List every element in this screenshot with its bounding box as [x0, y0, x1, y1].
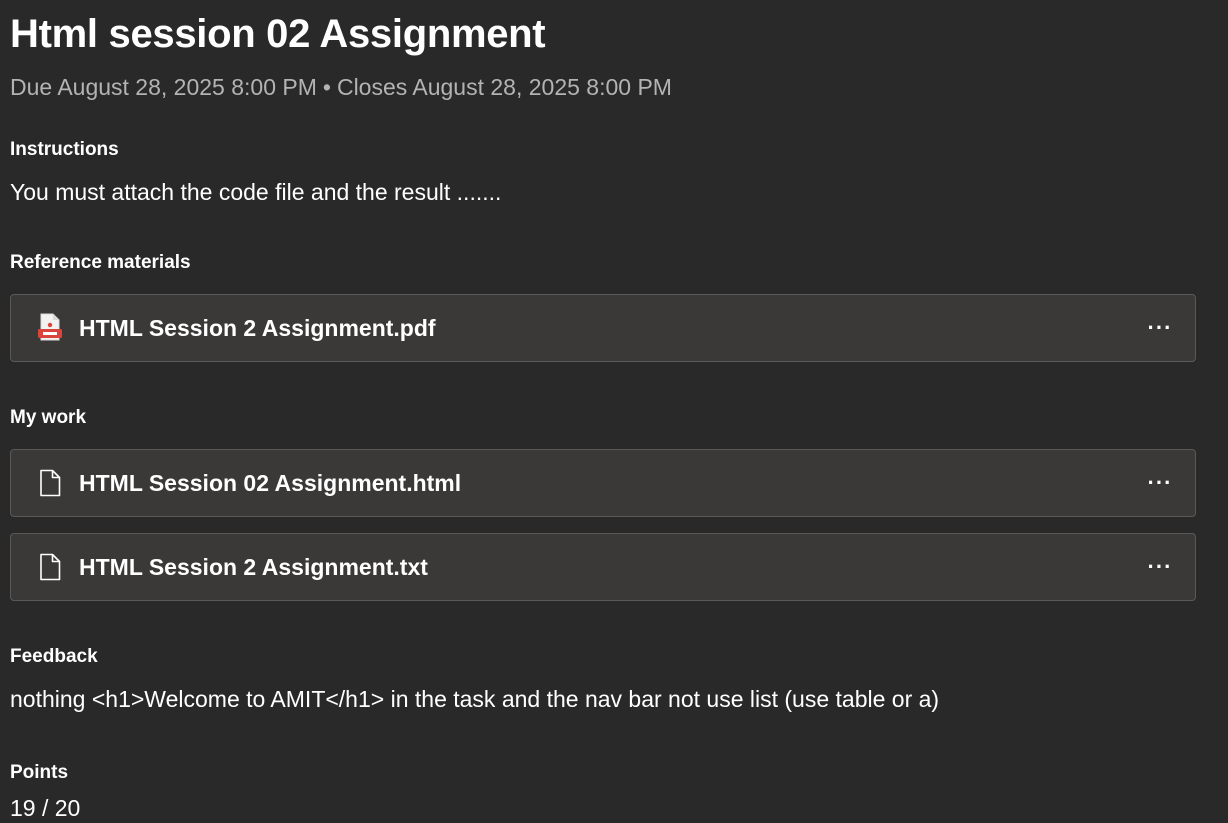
reference-file-name: HTML Session 2 Assignment.pdf — [79, 314, 436, 341]
my-work-file-name: HTML Session 02 Assignment.html — [79, 469, 462, 496]
reference-materials-label: Reference materials — [10, 252, 191, 273]
instructions-text: You must attach the code file and the re… — [10, 179, 502, 205]
assignment-dates: Due August 28, 2025 8:00 PM • Closes Augus… — [10, 72, 672, 102]
close-date: Closes August 28, 2025 8:00 PM — [336, 74, 672, 100]
reference-file-card[interactable]: HTML Session 2 Assignment.pdf ··· — [10, 294, 1196, 362]
feedback-label: Feedback — [10, 646, 98, 667]
more-options-button[interactable]: ··· — [1145, 313, 1175, 343]
instructions-label: Instructions — [10, 139, 119, 160]
date-separator: • — [322, 74, 331, 100]
more-options-button[interactable]: ··· — [1145, 468, 1175, 498]
file-icon — [35, 552, 65, 582]
feedback-text: nothing <h1>Welcome to AMIT</h1> in the … — [10, 686, 940, 712]
due-date: Due August 28, 2025 8:00 PM — [10, 74, 317, 100]
assignment-title: Html session 02 Assignment — [10, 12, 546, 56]
more-options-button[interactable]: ··· — [1145, 552, 1175, 582]
my-work-file-card[interactable]: HTML Session 02 Assignment.html ··· — [10, 449, 1196, 517]
my-work-label: My work — [10, 407, 87, 428]
points-value: 19 / 20 — [10, 795, 81, 821]
file-icon — [35, 468, 65, 498]
pdf-icon — [35, 313, 65, 343]
points-label: Points — [10, 762, 69, 783]
my-work-file-card[interactable]: HTML Session 2 Assignment.txt ··· — [10, 533, 1196, 601]
assignment-page: Html session 02 Assignment Due August 28… — [0, 0, 1228, 823]
my-work-file-name: HTML Session 2 Assignment.txt — [79, 553, 428, 580]
